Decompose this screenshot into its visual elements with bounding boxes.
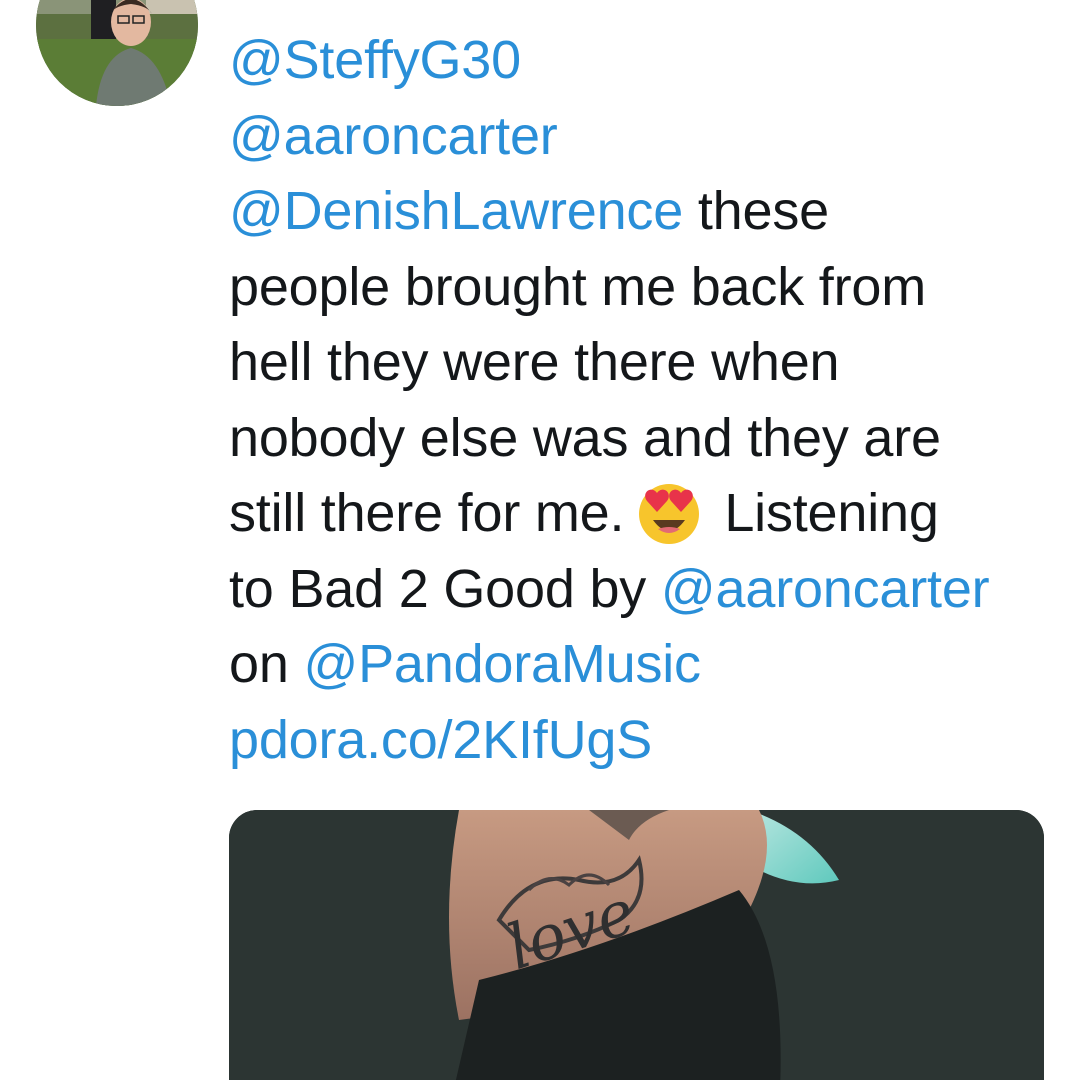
tweet-line: to Bad 2 Good by @aaroncarter bbox=[229, 552, 1049, 628]
mention-link[interactable]: @aaroncarter bbox=[661, 559, 990, 619]
mention-link[interactable]: @SteffyG30 bbox=[229, 30, 521, 90]
mention-link[interactable]: @PandoraMusic bbox=[303, 634, 701, 694]
tweet-line: @DenishLawrence these bbox=[229, 174, 1049, 250]
mention-link[interactable]: @DenishLawrence bbox=[229, 181, 683, 241]
url-link[interactable]: pdora.co/2KIfUgS bbox=[229, 710, 652, 770]
mention-link[interactable]: @aaroncarter bbox=[229, 106, 558, 166]
tweet-line: @aaroncarter bbox=[229, 99, 1049, 175]
tweet-text-segment: on bbox=[229, 634, 304, 694]
tweet-line: @SteffyG30 bbox=[229, 23, 1049, 99]
tweet-text-segment: still there for me. bbox=[229, 483, 625, 543]
tweet-text-segment: Listening bbox=[724, 483, 939, 543]
tweet-media-image[interactable]: love bbox=[229, 810, 1044, 1080]
tweet-text: @SteffyG30 @aaroncarter @DenishLawrence … bbox=[229, 23, 1049, 778]
tweet-text-segment: these bbox=[683, 181, 829, 241]
tweet-container: @SteffyG30 @aaroncarter @DenishLawrence … bbox=[0, 0, 1080, 1080]
tweet-line: still there for me. Listening bbox=[229, 476, 1049, 552]
cut-off-previous-line bbox=[229, 0, 1049, 6]
tweet-text-segment: nobody else was and they are bbox=[229, 407, 941, 468]
heart-eyes-emoji-icon bbox=[636, 479, 702, 545]
tweet-text-segment: to Bad 2 Good by bbox=[229, 558, 661, 619]
tweet-line: hell they were there when bbox=[229, 325, 1049, 401]
user-avatar[interactable] bbox=[36, 0, 198, 106]
tweet-text-segment: hell they were there when bbox=[229, 332, 840, 392]
tweet-line: on @PandoraMusic bbox=[229, 627, 1049, 703]
tweet-line: nobody else was and they are bbox=[229, 401, 1049, 477]
tweet-line: pdora.co/2KIfUgS bbox=[229, 703, 1049, 779]
tweet-text-segment: people brought me back from bbox=[229, 256, 926, 317]
tweet-line: people brought me back from bbox=[229, 250, 1049, 326]
